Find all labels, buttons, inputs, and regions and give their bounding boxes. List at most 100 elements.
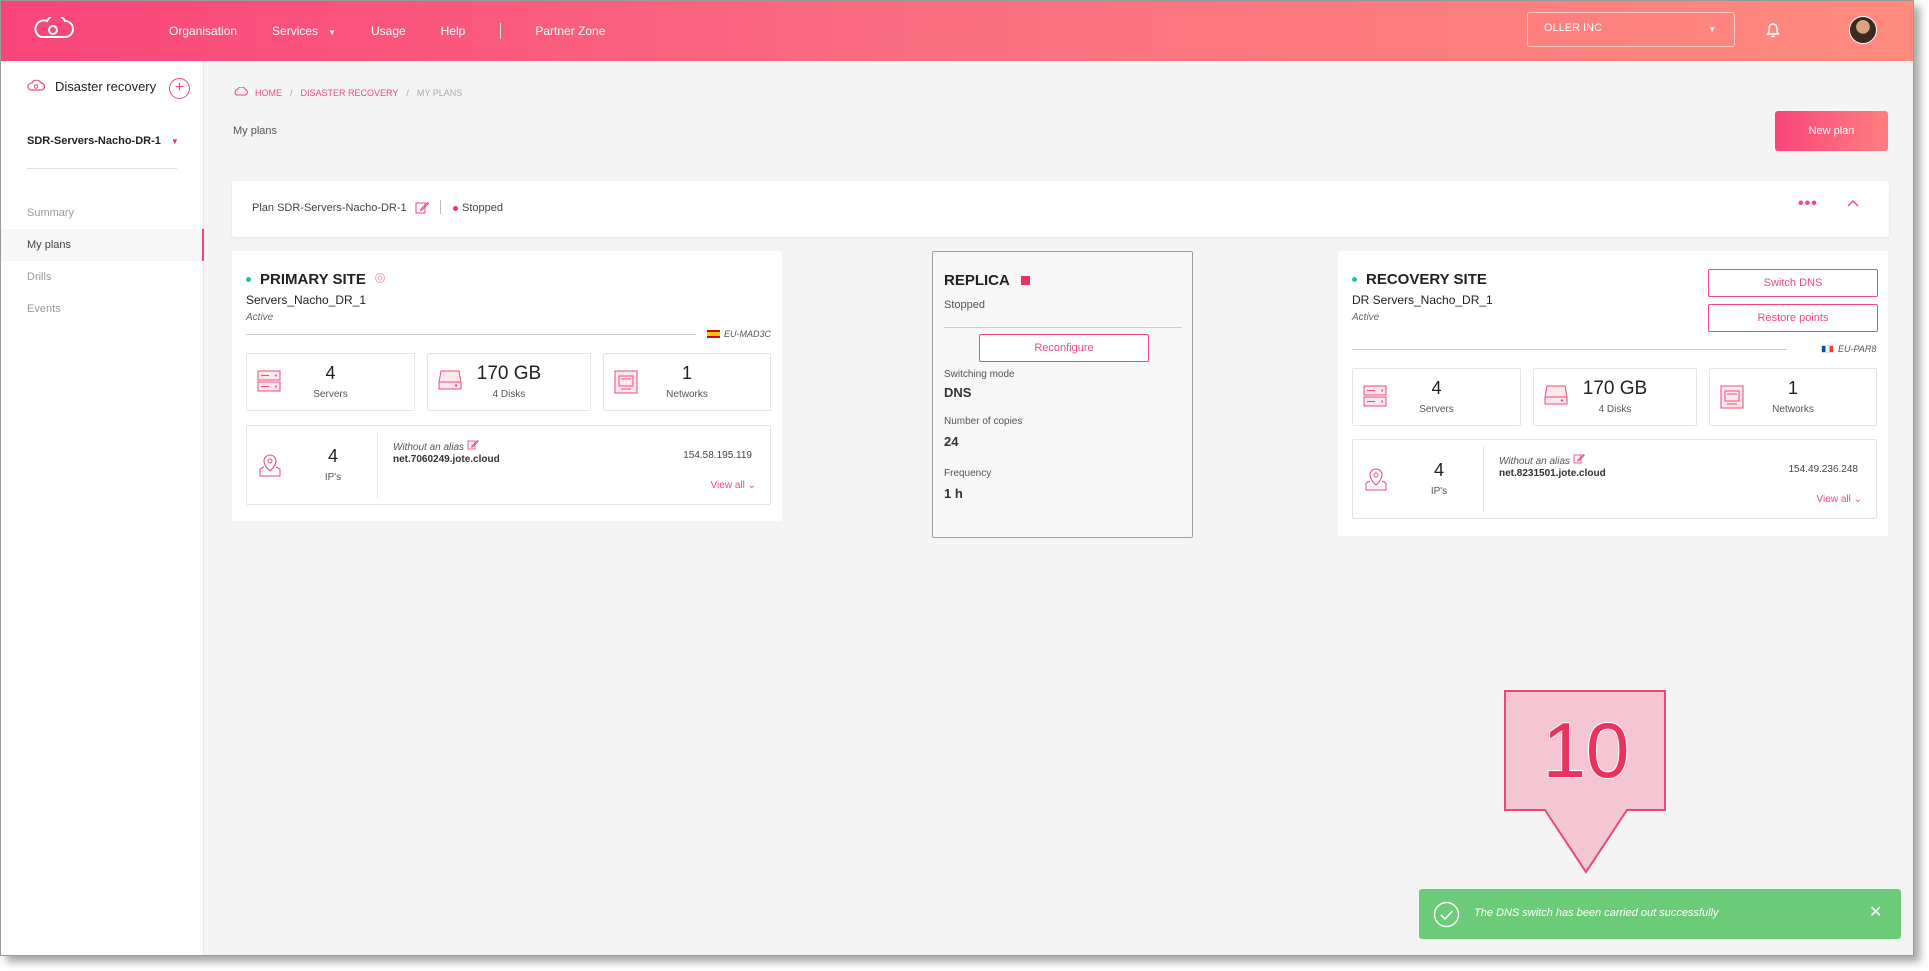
- sidebar-item-events[interactable]: Events: [1, 293, 204, 325]
- plan-status: Stopped: [453, 202, 503, 214]
- close-icon[interactable]: ✕: [1869, 902, 1882, 922]
- divider: [1352, 349, 1787, 350]
- divider: [440, 200, 441, 214]
- main-nav: Organisation Services ▼ Usage Help Partne…: [169, 1, 640, 61]
- sidebar-title: Disaster recovery: [27, 79, 156, 94]
- primary-disks-stat: 170 GB 4 Disks: [427, 353, 591, 411]
- view-all-link[interactable]: View all ⌄: [711, 480, 756, 491]
- organisation-select[interactable]: OLLER INC ▼: [1527, 12, 1735, 47]
- sync-icon: [374, 271, 386, 288]
- location-pin-icon: [257, 452, 283, 483]
- recovery-region-label: EU-PAR8: [1838, 344, 1877, 354]
- frequency-value: 1 h: [944, 486, 963, 501]
- disk-size: 170 GB: [1582, 378, 1648, 399]
- nav-services[interactable]: Services ▼: [272, 24, 336, 38]
- breadcrumb: HOME / DISASTER RECOVERY / MY PLANS: [233, 86, 462, 98]
- disks-label: 4 Disks: [492, 389, 526, 400]
- ips-label: IP's: [1430, 486, 1448, 497]
- nav-usage[interactable]: Usage: [371, 24, 406, 38]
- primary-site-name: Servers_Nacho_DR_1: [246, 293, 367, 307]
- success-toast: The DNS switch has been carried out succ…: [1419, 889, 1901, 939]
- bell-icon[interactable]: [1766, 22, 1780, 43]
- divider: [1483, 446, 1484, 512]
- sidebar-title-label: Disaster recovery: [55, 79, 157, 94]
- add-plan-button[interactable]: +: [169, 78, 190, 99]
- plan-status-label: Stopped: [462, 202, 503, 214]
- alias-text: Without an alias: [1499, 453, 1585, 467]
- chevron-up-icon[interactable]: [1847, 199, 1859, 210]
- recovery-site-heading: RECOVERY SITE: [1352, 271, 1487, 288]
- france-flag-icon: [1821, 345, 1834, 353]
- plan-selector[interactable]: SDR-Servers-Nacho-DR-1 ▼: [27, 135, 179, 147]
- ip-address: 154.49.236.248: [1788, 464, 1858, 475]
- restore-points-button[interactable]: Restore points: [1708, 304, 1878, 332]
- sidebar-item-summary[interactable]: Summary: [1, 197, 204, 229]
- status-dot: [1352, 277, 1357, 282]
- recovery-region: EU-PAR8: [1821, 344, 1876, 354]
- organisation-select-value: OLLER INC: [1544, 22, 1603, 34]
- cloud-sync-icon: [27, 79, 46, 94]
- new-plan-button[interactable]: New plan: [1775, 111, 1888, 151]
- step-number: 10: [1543, 706, 1630, 794]
- primary-site-status: Active: [246, 312, 274, 323]
- nav-divider: [500, 23, 502, 39]
- recovery-ip-box: 4 IP's Without an alias net.8231501.jote…: [1352, 439, 1877, 519]
- plan-selector-value: SDR-Servers-Nacho-DR-1: [27, 135, 161, 147]
- view-all-link[interactable]: View all ⌄: [1817, 494, 1862, 505]
- servers-label: Servers: [1419, 404, 1454, 415]
- toast-message: The DNS switch has been carried out succ…: [1474, 907, 1719, 919]
- nav-help[interactable]: Help: [441, 24, 466, 38]
- primary-site-heading: PRIMARY SITE: [246, 271, 386, 288]
- chevron-down-icon: ▼: [328, 28, 336, 37]
- chevron-down-icon: ⌄: [1853, 494, 1862, 505]
- frequency-label: Frequency: [944, 468, 992, 479]
- page-title: My plans: [233, 125, 278, 137]
- nav-organisation[interactable]: Organisation: [169, 24, 237, 38]
- replica-heading: REPLICA: [944, 272, 1030, 289]
- sidebar-item-my-plans[interactable]: My plans: [1, 229, 204, 261]
- step-callout-arrow: 10: [1503, 689, 1669, 880]
- replica-panel: REPLICA Stopped Reconfigure Switching mo…: [932, 251, 1193, 538]
- sidebar: Disaster recovery + SDR-Servers-Nacho-DR…: [1, 61, 204, 955]
- primary-site-title: PRIMARY SITE: [260, 271, 366, 288]
- home-cloud-icon: [233, 86, 249, 98]
- breadcrumb-disaster-recovery[interactable]: DISASTER RECOVERY: [301, 88, 399, 98]
- switching-mode-value: DNS: [944, 385, 972, 400]
- divider: [377, 432, 378, 498]
- cloud-logo-icon[interactable]: [31, 14, 75, 44]
- primary-servers-stat: 4 Servers: [246, 353, 415, 411]
- recovery-site-title: RECOVERY SITE: [1366, 271, 1487, 288]
- plan-name: Plan SDR-Servers-Nacho-DR-1: [252, 202, 407, 214]
- alias-label: Without an alias: [393, 442, 465, 453]
- view-all-label: View all: [710, 480, 745, 491]
- status-dot: [453, 205, 458, 211]
- servers-count: 4: [325, 363, 336, 383]
- reconfigure-button[interactable]: Reconfigure: [979, 334, 1149, 362]
- replica-status: Stopped: [944, 299, 985, 311]
- edit-icon[interactable]: [415, 200, 430, 217]
- edit-alias-icon[interactable]: [1573, 453, 1585, 467]
- nav-partner-zone[interactable]: Partner Zone: [535, 24, 605, 38]
- more-options-icon[interactable]: •••: [1798, 195, 1818, 213]
- breadcrumb-home[interactable]: HOME: [255, 88, 282, 98]
- primary-region-label: EU-MAD3C: [724, 329, 772, 339]
- divider: [246, 334, 696, 335]
- stopped-status-icon: [1020, 276, 1030, 285]
- user-avatar[interactable]: [1849, 16, 1877, 44]
- recovery-networks-stat: 1 Networks: [1709, 368, 1877, 426]
- sidebar-item-drills[interactable]: Drills: [1, 261, 204, 293]
- edit-alias-icon[interactable]: [467, 439, 479, 453]
- ips-count: 4: [1433, 460, 1444, 480]
- switching-mode-label: Switching mode: [944, 369, 1015, 380]
- view-all-label: View all: [1816, 494, 1851, 505]
- switch-dns-button[interactable]: Switch DNS: [1708, 269, 1878, 297]
- plan-header-bar: Plan SDR-Servers-Nacho-DR-1 Stopped •••: [232, 181, 1889, 237]
- alias-label: Without an alias: [1499, 456, 1571, 467]
- host-name: net.8231501.jote.cloud: [1499, 468, 1606, 479]
- breadcrumb-separator: /: [406, 87, 409, 98]
- status-dot: [246, 277, 251, 282]
- servers-label: Servers: [313, 389, 348, 400]
- recovery-site-name: DR Servers_Nacho_DR_1: [1352, 293, 1493, 307]
- app-window: Organisation Services ▼ Usage Help Partne…: [0, 0, 1914, 956]
- copies-value: 24: [944, 434, 959, 449]
